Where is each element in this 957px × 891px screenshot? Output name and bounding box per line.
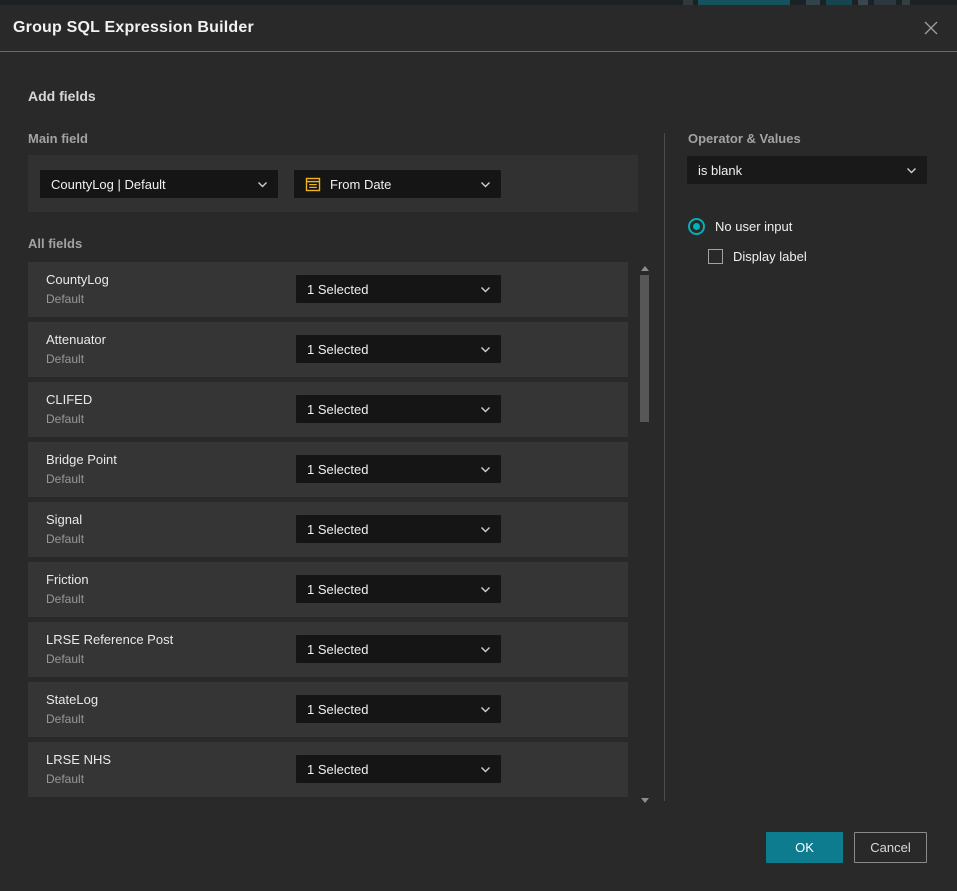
operator-select[interactable]: is blank xyxy=(687,156,927,184)
chevron-down-icon xyxy=(480,646,491,653)
field-count-select[interactable]: 1 Selected xyxy=(296,335,501,363)
display-label-checkbox[interactable]: Display label xyxy=(708,249,807,264)
chevron-down-icon xyxy=(480,406,491,413)
field-name: Friction xyxy=(46,572,89,587)
field-row: Friction Default 1 Selected xyxy=(28,562,628,617)
scrollbar-up-arrow[interactable] xyxy=(641,266,649,271)
chevron-down-icon xyxy=(480,286,491,293)
chevron-down-icon xyxy=(906,167,917,174)
field-count-select-value: 1 Selected xyxy=(307,342,480,357)
field-row: Bridge Point Default 1 Selected xyxy=(28,442,628,497)
all-fields-list: CountyLog Default 1 Selected Attenuator … xyxy=(28,262,628,797)
main-field-value-select[interactable]: From Date xyxy=(294,170,501,198)
field-name: LRSE NHS xyxy=(46,752,111,767)
radio-icon xyxy=(688,218,705,235)
field-count-select[interactable]: 1 Selected xyxy=(296,635,501,663)
checkbox-icon xyxy=(708,249,723,264)
field-name: Signal xyxy=(46,512,82,527)
panel-divider xyxy=(664,133,665,801)
field-count-select-value: 1 Selected xyxy=(307,462,480,477)
list-scrollbar xyxy=(638,262,651,805)
field-row: Attenuator Default 1 Selected xyxy=(28,322,628,377)
chevron-down-icon xyxy=(480,181,491,188)
field-count-select[interactable]: 1 Selected xyxy=(296,695,501,723)
add-fields-heading: Add fields xyxy=(28,88,96,104)
field-count-select-value: 1 Selected xyxy=(307,282,480,297)
field-count-select[interactable]: 1 Selected xyxy=(296,575,501,603)
field-count-select-value: 1 Selected xyxy=(307,762,480,777)
field-count-select[interactable]: 1 Selected xyxy=(296,455,501,483)
chevron-down-icon xyxy=(480,766,491,773)
field-row: StateLog Default 1 Selected xyxy=(28,682,628,737)
field-subtitle: Default xyxy=(46,472,84,486)
field-row: Signal Default 1 Selected xyxy=(28,502,628,557)
chevron-down-icon xyxy=(480,526,491,533)
field-name: CountyLog xyxy=(46,272,109,287)
no-user-input-label: No user input xyxy=(715,219,792,234)
chevron-down-icon xyxy=(480,346,491,353)
field-name: Attenuator xyxy=(46,332,106,347)
field-row: LRSE Reference Post Default 1 Selected xyxy=(28,622,628,677)
field-subtitle: Default xyxy=(46,592,84,606)
main-field-panel: CountyLog | Default From Date xyxy=(28,155,638,212)
field-count-select-value: 1 Selected xyxy=(307,702,480,717)
ok-button[interactable]: OK xyxy=(766,832,843,863)
operator-select-value: is blank xyxy=(698,163,906,178)
calendar-icon xyxy=(305,176,321,192)
field-row: LRSE NHS Default 1 Selected xyxy=(28,742,628,797)
field-subtitle: Default xyxy=(46,652,84,666)
main-field-label: Main field xyxy=(28,131,88,146)
dialog-title: Group SQL Expression Builder xyxy=(13,19,921,37)
operator-values-heading: Operator & Values xyxy=(688,131,801,146)
scrollbar-down-arrow[interactable] xyxy=(641,798,649,803)
field-subtitle: Default xyxy=(46,772,84,786)
field-subtitle: Default xyxy=(46,352,84,366)
field-count-select-value: 1 Selected xyxy=(307,582,480,597)
field-subtitle: Default xyxy=(46,412,84,426)
field-name: LRSE Reference Post xyxy=(46,632,173,647)
main-field-select-value: CountyLog | Default xyxy=(51,177,257,192)
chevron-down-icon xyxy=(480,586,491,593)
field-name: Bridge Point xyxy=(46,452,117,467)
cancel-button[interactable]: Cancel xyxy=(854,832,927,863)
field-row: CountyLog Default 1 Selected xyxy=(28,262,628,317)
field-count-select-value: 1 Selected xyxy=(307,402,480,417)
main-field-select[interactable]: CountyLog | Default xyxy=(40,170,278,198)
field-name: CLIFED xyxy=(46,392,92,407)
field-subtitle: Default xyxy=(46,532,84,546)
field-count-select-value: 1 Selected xyxy=(307,642,480,657)
no-user-input-radio[interactable]: No user input xyxy=(688,218,792,235)
field-count-select[interactable]: 1 Selected xyxy=(296,755,501,783)
all-fields-label: All fields xyxy=(28,236,82,251)
chevron-down-icon xyxy=(480,466,491,473)
field-row: CLIFED Default 1 Selected xyxy=(28,382,628,437)
dialog-header: Group SQL Expression Builder xyxy=(0,5,957,52)
field-count-select[interactable]: 1 Selected xyxy=(296,515,501,543)
chevron-down-icon xyxy=(257,181,268,188)
field-name: StateLog xyxy=(46,692,98,707)
field-count-select-value: 1 Selected xyxy=(307,522,480,537)
field-count-select[interactable]: 1 Selected xyxy=(296,275,501,303)
field-subtitle: Default xyxy=(46,292,84,306)
scrollbar-thumb[interactable] xyxy=(640,275,649,422)
field-subtitle: Default xyxy=(46,712,84,726)
chevron-down-icon xyxy=(480,706,491,713)
field-count-select[interactable]: 1 Selected xyxy=(296,395,501,423)
main-field-value-select-value: From Date xyxy=(330,177,480,192)
display-label-label: Display label xyxy=(733,249,807,264)
close-icon[interactable] xyxy=(921,18,941,38)
